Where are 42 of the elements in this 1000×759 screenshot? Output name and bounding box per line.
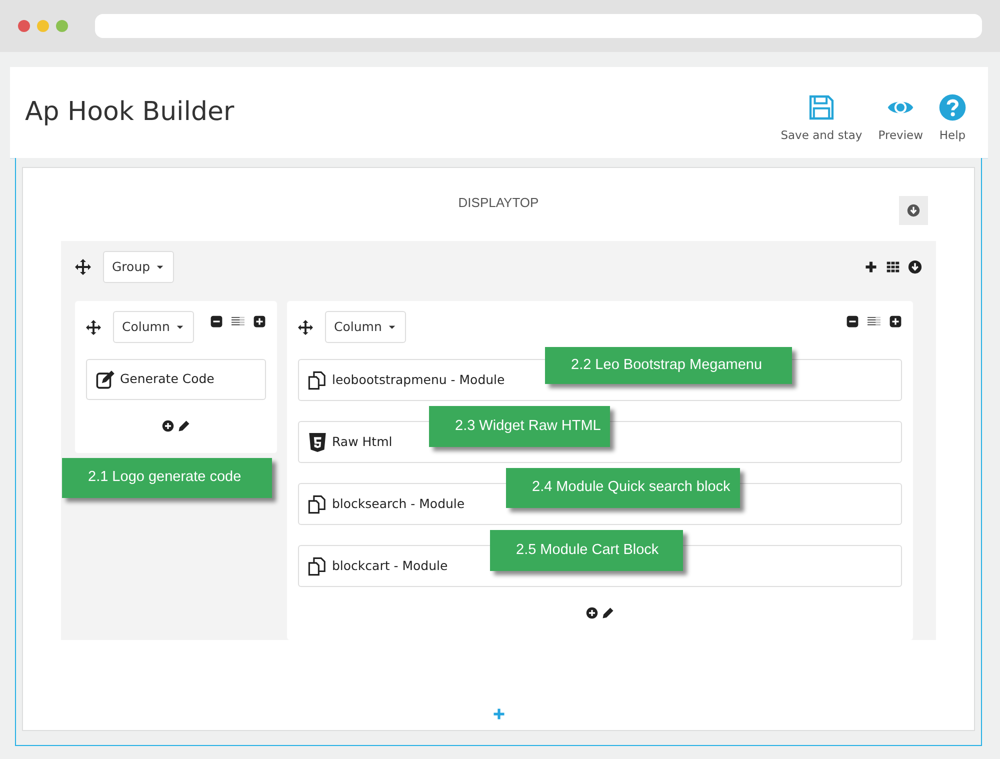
save-button[interactable]: Save and stay [772,94,870,145]
add-circle-icon[interactable] [162,420,174,432]
grid-icon[interactable] [886,260,900,274]
callout-label: 2.5 Module Cart Block [490,530,683,571]
callout-label: 2.1 Logo generate code [62,458,272,498]
minus-square-icon[interactable] [846,315,859,328]
pencil-icon[interactable] [178,420,190,432]
preview-button[interactable]: Preview [870,94,931,145]
add-icon [493,708,505,720]
group-dropdown[interactable]: Group [103,250,174,284]
widget-item[interactable]: Generate Code [86,359,266,400]
pencil-icon[interactable] [602,607,614,619]
plus-square-icon[interactable] [889,315,902,328]
hook-title: DISPLAYTOP [458,194,539,212]
minimize-dot[interactable] [37,20,49,32]
help-button[interactable]: Help [931,94,974,145]
add-icon[interactable] [864,260,878,274]
copy-icon [308,370,327,390]
callout-label: 2.3 Widget Raw HTML [429,406,610,447]
callout-label: 2.2 Leo Bootstrap Megamenu [545,347,792,384]
column-dropdown[interactable]: Column [113,310,194,344]
move-icon[interactable] [75,259,91,275]
plus-square-icon[interactable] [253,315,266,328]
arrow-down-circle-icon [907,204,920,217]
download-button[interactable] [899,196,928,225]
html5-icon [308,432,327,452]
maximize-dot[interactable] [56,20,68,32]
save-icon [808,94,835,122]
column-dropdown[interactable]: Column [325,310,406,344]
minus-square-icon[interactable] [210,315,223,328]
move-icon[interactable] [86,320,101,334]
copy-icon [308,556,327,576]
add-circle-icon[interactable] [586,607,598,619]
help-icon [939,94,966,122]
page-title: Ap Hook Builder [25,96,234,128]
callout-label: 2.4 Module Quick search block [506,468,740,508]
close-dot[interactable] [18,20,30,32]
arrow-down-circle-icon[interactable] [908,260,922,274]
add-hook-button[interactable] [493,708,505,720]
edit-icon [96,370,115,389]
move-icon[interactable] [298,320,313,334]
copy-icon [308,494,327,514]
